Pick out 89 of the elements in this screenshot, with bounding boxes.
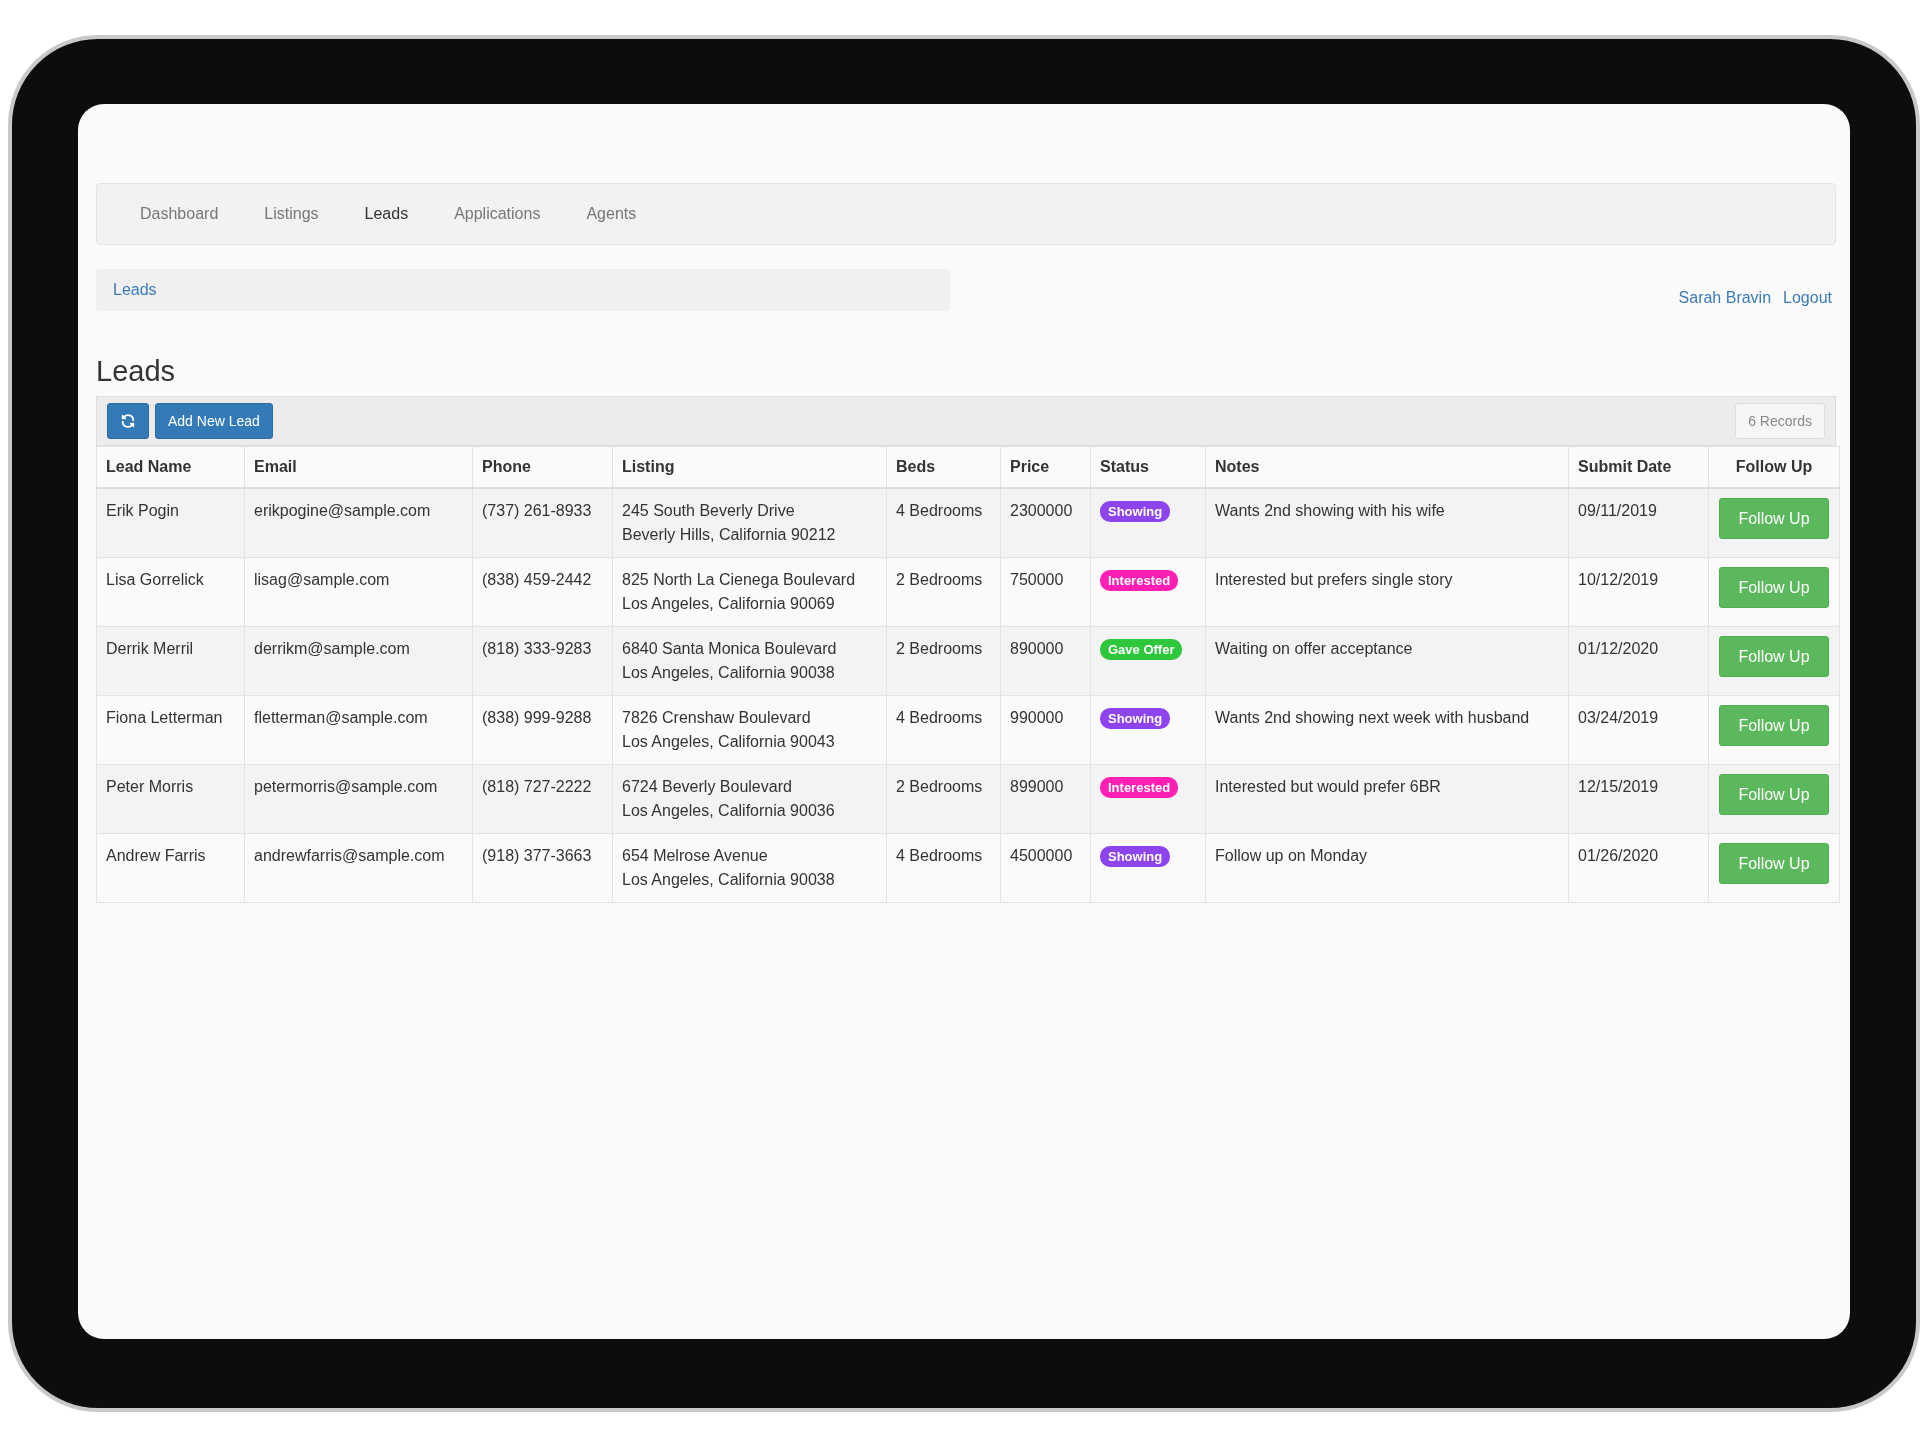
address-line: Los Angeles, California 90038 xyxy=(622,870,835,890)
notes-text: Interested but prefers single story xyxy=(1215,570,1453,590)
follow-up-button[interactable]: Follow Up xyxy=(1719,705,1829,746)
status-badge: Interested xyxy=(1100,570,1179,591)
price-text: 4500000 xyxy=(1010,846,1073,866)
nav-link[interactable]: Dashboard xyxy=(117,205,242,223)
notes-text: Follow up on Monday xyxy=(1215,846,1368,866)
column-header: Beds xyxy=(886,446,1001,488)
date-text: 10/12/2019 xyxy=(1578,570,1659,590)
address-line: Los Angeles, California 90043 xyxy=(622,732,835,752)
lead-name: Derrik Merril xyxy=(106,639,194,659)
address-line: 654 Melrose Avenue xyxy=(622,846,768,866)
column-header: Notes xyxy=(1205,446,1569,488)
email-text: fletterman@sample.com xyxy=(254,708,428,728)
phone-text: (818) 333-9283 xyxy=(482,639,592,659)
status-badge: Showing xyxy=(1100,501,1171,522)
refresh-button[interactable] xyxy=(107,403,149,439)
address-line: Los Angeles, California 90038 xyxy=(622,663,835,683)
column-header: Submit Date xyxy=(1568,446,1709,488)
column-header: Lead Name xyxy=(96,446,245,488)
refresh-icon xyxy=(120,413,136,429)
address-line: Los Angeles, California 90036 xyxy=(622,801,835,821)
follow-up-button[interactable]: Follow Up xyxy=(1719,843,1829,884)
beds-text: 4 Bedrooms xyxy=(896,846,983,866)
nav-link[interactable]: Applications xyxy=(431,205,564,223)
page-heading: Leads xyxy=(96,355,176,388)
phone-text: (838) 999-9288 xyxy=(482,708,592,728)
beds-text: 2 Bedrooms xyxy=(896,639,983,659)
price-text: 899000 xyxy=(1010,777,1064,797)
date-text: 01/26/2020 xyxy=(1578,846,1659,866)
column-header: Email xyxy=(244,446,473,488)
column-header: Phone xyxy=(472,446,613,488)
follow-up-button[interactable]: Follow Up xyxy=(1719,636,1829,677)
column-header: Listing xyxy=(612,446,887,488)
address-line: 825 North La Cienega Boulevard xyxy=(622,570,856,590)
notes-text: Wants 2nd showing with his wife xyxy=(1215,501,1445,521)
record-count: 6 Records xyxy=(1735,403,1825,439)
address-line: 245 South Beverly Drive xyxy=(622,501,795,521)
lead-name: Lisa Gorrelick xyxy=(106,570,204,590)
status-badge: Showing xyxy=(1100,846,1171,867)
nav-link[interactable]: Listings xyxy=(241,205,342,223)
status-badge: Showing xyxy=(1100,708,1171,729)
notes-text: Waiting on offer acceptance xyxy=(1215,639,1413,659)
nav-link[interactable]: Leads xyxy=(341,205,432,223)
beds-text: 2 Bedrooms xyxy=(896,777,983,797)
status-badge: Gave Offer xyxy=(1100,639,1183,660)
notes-text: Interested but would prefer 6BR xyxy=(1215,777,1441,797)
price-text: 890000 xyxy=(1010,639,1064,659)
beds-text: 4 Bedrooms xyxy=(896,708,983,728)
phone-text: (918) 377-3663 xyxy=(482,846,592,866)
notes-text: Wants 2nd showing next week with husband xyxy=(1215,708,1530,728)
phone-text: (838) 459-2442 xyxy=(482,570,592,590)
address-line: 6724 Beverly Boulevard xyxy=(622,777,792,797)
add-lead-button[interactable]: Add New Lead xyxy=(155,403,273,439)
lead-name: Peter Morris xyxy=(106,777,194,797)
price-text: 2300000 xyxy=(1010,501,1073,521)
email-text: lisag@sample.com xyxy=(254,570,390,590)
logout-link[interactable]: Logout xyxy=(1783,289,1832,307)
date-text: 03/24/2019 xyxy=(1578,708,1659,728)
nav-link[interactable]: Agents xyxy=(563,205,660,223)
phone-text: (818) 727-2222 xyxy=(482,777,592,797)
column-header: Follow Up xyxy=(1708,446,1840,488)
email-text: erikpogine@sample.com xyxy=(254,501,431,521)
user-name-link[interactable]: Sarah Bravin xyxy=(1678,289,1772,307)
column-header: Price xyxy=(1000,446,1091,488)
price-text: 990000 xyxy=(1010,708,1064,728)
date-text: 12/15/2019 xyxy=(1578,777,1659,797)
breadcrumb-link[interactable]: Leads xyxy=(113,281,157,299)
follow-up-button[interactable]: Follow Up xyxy=(1719,567,1829,608)
email-text: petermorris@sample.com xyxy=(254,777,438,797)
address-line: 6840 Santa Monica Boulevard xyxy=(622,639,837,659)
price-text: 750000 xyxy=(1010,570,1064,590)
email-text: derrikm@sample.com xyxy=(254,639,410,659)
lead-name: Andrew Farris xyxy=(106,846,206,866)
lead-name: Fiona Letterman xyxy=(106,708,223,728)
status-badge: Interested xyxy=(1100,777,1179,798)
lead-name: Erik Pogin xyxy=(106,501,179,521)
date-text: 09/11/2019 xyxy=(1578,501,1657,521)
date-text: 01/12/2020 xyxy=(1578,639,1659,659)
beds-text: 2 Bedrooms xyxy=(896,570,983,590)
phone-text: (737) 261-8933 xyxy=(482,501,592,521)
address-line: 7826 Crenshaw Boulevard xyxy=(622,708,811,728)
follow-up-button[interactable]: Follow Up xyxy=(1719,774,1829,815)
beds-text: 4 Bedrooms xyxy=(896,501,983,521)
address-line: Los Angeles, California 90069 xyxy=(622,594,835,614)
follow-up-button[interactable]: Follow Up xyxy=(1719,498,1829,539)
address-line: Beverly Hills, California 90212 xyxy=(622,525,836,545)
column-header: Status xyxy=(1090,446,1206,488)
email-text: andrewfarris@sample.com xyxy=(254,846,445,866)
